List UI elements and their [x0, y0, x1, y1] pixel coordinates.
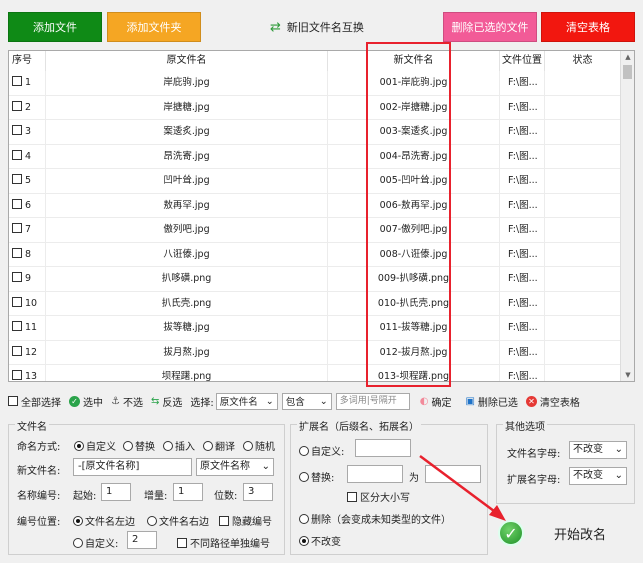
annotation-arrow — [419, 454, 506, 521]
